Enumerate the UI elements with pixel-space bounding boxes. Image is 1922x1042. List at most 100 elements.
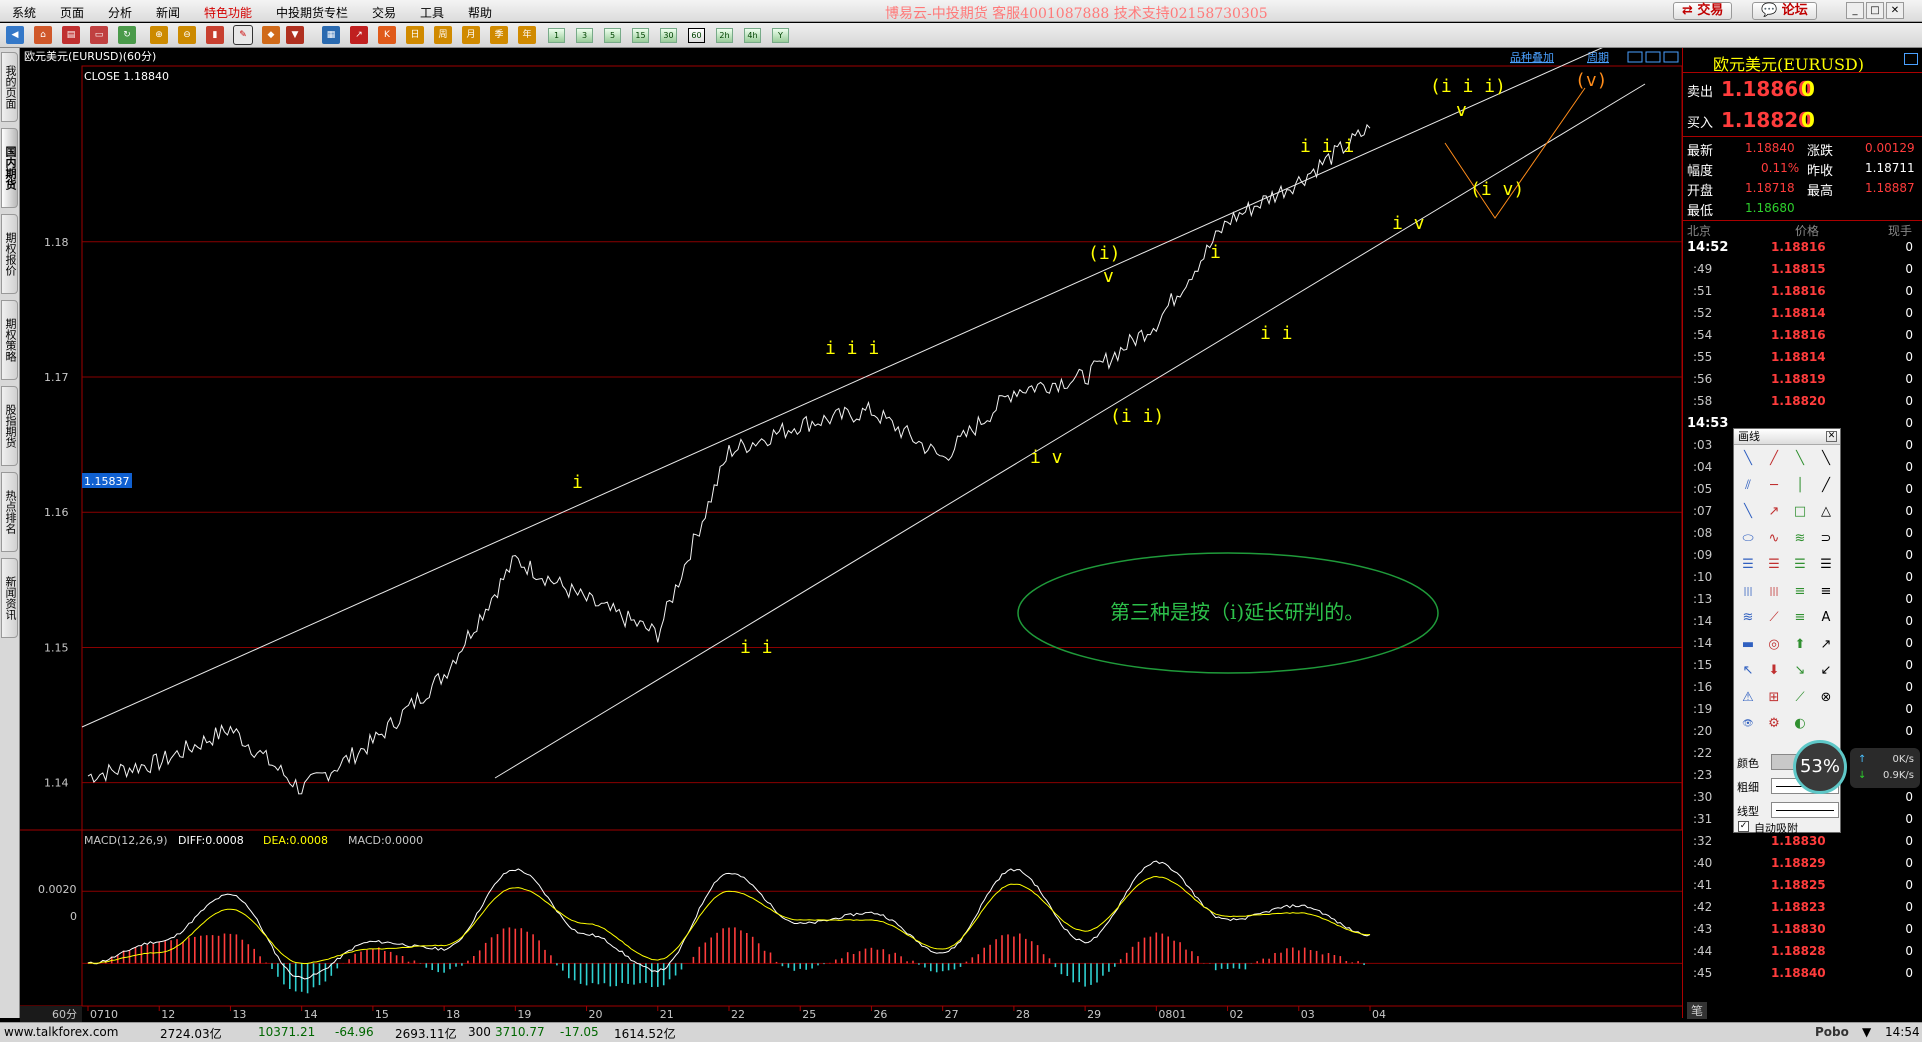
tab-options-quote[interactable]: 期权报价: [1, 214, 18, 294]
menu-help[interactable]: 帮助: [468, 4, 492, 21]
zoom-out-icon[interactable]: ⊖: [178, 26, 196, 44]
trend-icon[interactable]: ╱: [1816, 476, 1836, 496]
trend-icon[interactable]: ↗: [350, 26, 368, 44]
kline-icon[interactable]: K: [378, 26, 396, 44]
ruler-icon[interactable]: ▬: [1738, 635, 1758, 655]
time-icon[interactable]: |||: [1764, 582, 1784, 602]
menu-news[interactable]: 新闻: [156, 4, 180, 21]
hline-icon[interactable]: ─: [1764, 476, 1784, 496]
draw-line-icon[interactable]: ✎: [233, 25, 253, 45]
price-chart[interactable]: 欧元美元(EURUSD)(60分) CLOSE 1.18840 品种叠加 周期 …: [20, 48, 1682, 1022]
period-y-button[interactable]: Y: [772, 28, 789, 43]
tab-index-futures[interactable]: 股指期货: [1, 386, 18, 466]
measure-icon[interactable]: ⊞: [1764, 688, 1784, 708]
down-left-arrow-icon[interactable]: ↙: [1816, 661, 1836, 681]
gear-icon[interactable]: ⚙: [1764, 714, 1784, 734]
day-icon[interactable]: 日: [406, 26, 424, 44]
menu-page[interactable]: 页面: [60, 4, 84, 21]
parallel-icon[interactable]: ⫽: [1738, 476, 1758, 496]
back-icon[interactable]: ◀: [6, 26, 24, 44]
speed-icon[interactable]: ⟋: [1764, 608, 1784, 628]
angle-icon[interactable]: ⟋: [1790, 688, 1810, 708]
menu-features[interactable]: 特色功能: [204, 4, 252, 21]
segment-icon[interactable]: ╲: [1816, 449, 1836, 469]
diag-line-icon[interactable]: ╲: [1738, 449, 1758, 469]
warning-icon[interactable]: ⚠: [1738, 688, 1758, 708]
news-icon[interactable]: ▤: [62, 26, 80, 44]
circle-icon[interactable]: ◐: [1790, 714, 1810, 734]
period-5-button[interactable]: 5: [604, 28, 621, 43]
overlay-link[interactable]: 品种叠加: [1510, 50, 1554, 64]
cycle-icon[interactable]: |||: [1738, 582, 1758, 602]
network-gauge[interactable]: 53%: [1793, 740, 1847, 794]
period-4h-button[interactable]: 4h: [744, 28, 761, 43]
menu-analysis[interactable]: 分析: [108, 4, 132, 21]
auto-snap-checkbox[interactable]: ✓: [1738, 821, 1749, 832]
period-3-button[interactable]: 3: [576, 28, 593, 43]
arrow-line-icon[interactable]: ↗: [1764, 502, 1784, 522]
down-arrow-icon[interactable]: ⬇: [1764, 661, 1784, 681]
month-icon[interactable]: 月: [462, 26, 480, 44]
wave-icon[interactable]: ∿: [1764, 529, 1784, 549]
trade-button[interactable]: ⇄ 交易: [1673, 2, 1733, 20]
channel-icon[interactable]: ≋: [1790, 529, 1810, 549]
period-30-button[interactable]: 30: [660, 28, 677, 43]
ellipse-icon[interactable]: ⬭: [1738, 529, 1758, 549]
maximize-button[interactable]: □: [1866, 2, 1884, 19]
up-right-arrow-icon[interactable]: ↗: [1816, 635, 1836, 655]
minimize-button[interactable]: _: [1846, 2, 1864, 19]
levels-icon[interactable]: ≡: [1790, 582, 1810, 602]
tab-news[interactable]: 新闻资讯: [1, 558, 18, 638]
draw-style-select[interactable]: [1771, 802, 1839, 818]
ticks-footer-tab[interactable]: 笔: [1687, 1002, 1708, 1019]
forum-button[interactable]: 💬 论坛: [1752, 2, 1817, 20]
gann-icon[interactable]: ☰: [1764, 555, 1784, 575]
up-left-arrow-icon[interactable]: ↖: [1738, 661, 1758, 681]
pitchfork-icon[interactable]: ≡: [1790, 608, 1810, 628]
delete-icon[interactable]: ⊗: [1816, 688, 1836, 708]
line-icon[interactable]: ╲: [1790, 449, 1810, 469]
menu-column[interactable]: 中投期货专栏: [276, 4, 348, 21]
fan-icon[interactable]: ≋: [1738, 608, 1758, 628]
period-15-button[interactable]: 15: [632, 28, 649, 43]
paint-icon[interactable]: ◆: [262, 26, 280, 44]
year-icon[interactable]: 年: [518, 26, 536, 44]
period-2h-button[interactable]: 2h: [716, 28, 733, 43]
menu-trade[interactable]: 交易: [372, 4, 396, 21]
close-icon[interactable]: ✕: [1826, 431, 1837, 442]
close-button[interactable]: ✕: [1886, 2, 1904, 19]
fib-icon[interactable]: ☰: [1738, 555, 1758, 575]
grid-icon[interactable]: ☰: [1790, 555, 1810, 575]
folder-icon[interactable]: ▭: [90, 26, 108, 44]
menu-system[interactable]: 系统: [12, 4, 36, 21]
tab-my-page[interactable]: 我的页面: [1, 52, 18, 122]
period-60-button[interactable]: 60: [688, 28, 705, 43]
period-1-button[interactable]: 1: [548, 28, 565, 43]
bars-icon[interactable]: ☰: [1816, 555, 1836, 575]
zoom-in-icon[interactable]: ⊕: [150, 26, 168, 44]
quarter-icon[interactable]: 季: [490, 26, 508, 44]
rectangle-icon[interactable]: □: [1790, 502, 1810, 522]
arc-icon[interactable]: ⊃: [1816, 529, 1836, 549]
eye-icon[interactable]: 👁: [1738, 714, 1758, 734]
triangle-icon[interactable]: △: [1816, 502, 1836, 522]
menu-tools[interactable]: 工具: [420, 4, 444, 21]
down-line-icon[interactable]: ╲: [1738, 502, 1758, 522]
down-right-arrow-icon[interactable]: ↘: [1790, 661, 1810, 681]
week-icon[interactable]: 周: [434, 26, 452, 44]
bookmark-icon[interactable]: ▮: [206, 26, 224, 44]
tab-hot-rank[interactable]: 热点排名: [1, 472, 18, 552]
refresh-icon[interactable]: ↻: [118, 26, 136, 44]
target-icon[interactable]: ◎: [1764, 635, 1784, 655]
tab-domestic-futures[interactable]: 国内期货: [1, 128, 18, 208]
tab-options-strategy[interactable]: 期权策略: [1, 300, 18, 380]
home-icon[interactable]: ⌂: [34, 26, 52, 44]
vline-icon[interactable]: │: [1790, 476, 1810, 496]
filter-icon[interactable]: ▼: [286, 26, 304, 44]
text-icon[interactable]: A: [1816, 608, 1836, 628]
ray-icon[interactable]: ╱: [1764, 449, 1784, 469]
retrace-icon[interactable]: ≡: [1816, 582, 1836, 602]
up-arrow-icon[interactable]: ⬆: [1790, 635, 1810, 655]
quote-panel-toggle-icon[interactable]: [1904, 53, 1918, 65]
table-icon[interactable]: ▦: [322, 26, 340, 44]
